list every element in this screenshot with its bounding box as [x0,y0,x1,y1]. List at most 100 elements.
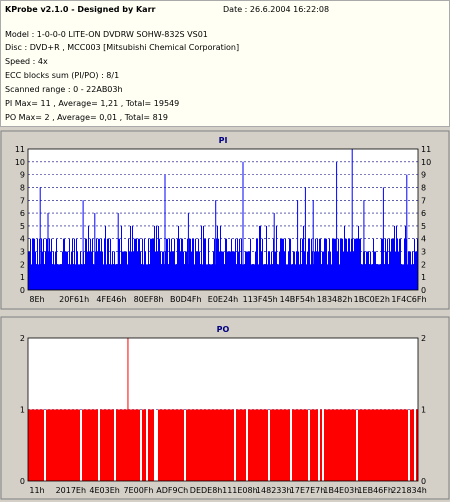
po-bar [36,409,38,481]
pi-bar [203,225,204,290]
pi-bar [232,251,233,290]
y-tick-label-left: 0 [20,477,25,486]
pi-bar [32,238,33,290]
po-bar [292,409,294,481]
x-tick-label: 2017Eh [56,486,86,495]
pi-bar [184,264,185,290]
model-line: Model : 1-0-0-0 LITE-ON DVDRW SOHW-832S … [5,30,208,39]
po-bar [150,409,152,481]
pi-bar [250,238,251,290]
po-bar [288,409,290,481]
pi-bar [239,238,240,290]
pi-bar [362,264,363,290]
pi-bar [38,264,39,290]
pi-spike [382,187,384,290]
pi-spike [312,200,314,290]
po-bar [188,409,190,481]
pi-bar [111,264,112,290]
pi-bar [290,238,291,290]
pi-bar [347,251,348,290]
pi-bar [134,238,135,290]
po-bar [196,409,198,481]
po-bar [152,409,154,481]
pi-bar [197,251,198,290]
pi-bar [323,251,324,290]
po-bar [186,409,188,481]
pi-bar [233,251,234,290]
po-bar [342,409,344,481]
pi-bar [174,238,175,290]
pi-bar [385,238,386,290]
pi-bar [289,238,290,290]
pi-bar [264,264,265,290]
pi-bar [252,264,253,290]
pi-bar [167,238,168,290]
pi-bar [69,238,70,290]
po-bar [382,409,384,481]
pi-bar [373,238,374,290]
pi-bar [280,238,281,290]
pi-bar [123,251,124,290]
pi-bar [177,238,178,290]
y-tick-label-left: 10 [15,158,25,167]
pi-bar [263,264,264,290]
pi-bar [229,251,230,290]
y-tick-label-right: 7 [421,196,426,205]
po-bar [76,409,78,481]
po-bar [302,409,304,481]
pi-bar [128,238,129,290]
po-bar [236,409,238,481]
pi-bar [139,238,140,290]
pi-bar [302,238,303,290]
pi-bar [314,251,315,290]
pi-bar [59,264,60,290]
pi-bar [284,251,285,290]
pi-bar [367,251,368,290]
pi-bar [90,238,91,290]
pi-bar [116,264,117,290]
x-tick-label: 183482h [317,295,353,304]
po-bar [390,409,392,481]
x-tick-label: DEDE8h [190,486,223,495]
pi-bar [285,238,286,290]
pi-bar [380,264,381,290]
po-bar [96,409,98,481]
pi-bar [162,251,163,290]
po-bar [384,409,386,481]
pi-bar [131,251,132,290]
pi-bar [168,264,169,290]
pi-bar [133,251,134,290]
po-bar [168,409,170,481]
po-chart: PO 0 0 1 1 2 2 11h 2017Eh 4E03Eh 7E00Fh ADF9Ch DEDE8… [0,316,450,500]
pi-bar [292,264,293,290]
pi-bar [52,264,53,290]
pi-bar [225,238,226,290]
pi-bar [205,238,206,290]
pi-bar [272,264,273,290]
po-bar [142,409,144,481]
po-bar [158,409,160,481]
pi-bar [356,238,357,290]
po-bar [374,409,376,481]
po-bar [48,409,50,481]
pi-bar [277,264,278,290]
po-bar [306,409,308,481]
pi-bar [370,251,371,290]
po-bar [100,409,102,481]
pi-bar [271,251,272,290]
pi-bar [341,238,342,290]
pi-bar [45,251,46,290]
pi-bar [152,238,153,290]
pi-bar [343,251,344,290]
po-bar [164,409,166,481]
po-bar [38,409,40,481]
pi-bar [253,264,254,290]
pi-bar [171,238,172,290]
pi-bar [359,238,360,290]
pi-spike [304,187,306,290]
po-bar [350,409,352,481]
pi-spike [406,174,408,290]
pi-bar [299,264,300,290]
pi-bar [319,238,320,290]
po-bar [276,409,278,481]
